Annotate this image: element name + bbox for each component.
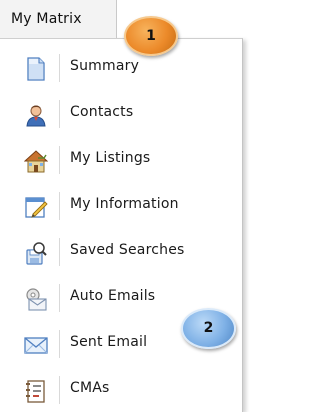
separator bbox=[59, 238, 60, 266]
separator bbox=[59, 376, 60, 404]
callout-badge-1: 1 bbox=[124, 16, 178, 56]
menu-item-label: My Listings bbox=[70, 150, 151, 166]
tab-label: My Matrix bbox=[11, 11, 82, 27]
menu-item-label: My Information bbox=[70, 196, 179, 212]
separator bbox=[59, 54, 60, 82]
envelope-icon bbox=[24, 337, 48, 354]
menu-item-label: Summary bbox=[70, 58, 140, 74]
house-icon bbox=[24, 150, 48, 173]
contact-person-icon bbox=[26, 105, 46, 127]
separator bbox=[59, 330, 60, 358]
menu-item-label: Contacts bbox=[70, 104, 134, 120]
auto-email-icon bbox=[26, 288, 47, 311]
menu-item-summary[interactable]: Summary bbox=[0, 44, 243, 90]
menu-item-saved-searches[interactable]: Saved Searches bbox=[0, 228, 243, 274]
menu-item-my-information[interactable]: My Information bbox=[0, 182, 243, 228]
separator bbox=[59, 192, 60, 220]
separator bbox=[59, 284, 60, 312]
separator bbox=[59, 100, 60, 128]
menu-item-my-listings[interactable]: My Listings bbox=[0, 136, 243, 182]
menu-item-label: CMAs bbox=[70, 380, 110, 396]
menu-item-label: Saved Searches bbox=[70, 242, 185, 258]
menu-item-contacts[interactable]: Contacts bbox=[0, 90, 243, 136]
cma-report-icon bbox=[26, 380, 45, 403]
menu-item-label: Auto Emails bbox=[70, 288, 156, 304]
menu-item-label: Sent Email bbox=[70, 334, 148, 350]
menu-item-cmas[interactable]: CMAs bbox=[0, 366, 243, 412]
my-matrix-tab[interactable]: My Matrix bbox=[0, 0, 117, 38]
separator bbox=[59, 146, 60, 174]
callout-badge-2: 2 bbox=[181, 308, 236, 349]
document-icon bbox=[27, 57, 45, 81]
edit-form-icon bbox=[25, 197, 48, 218]
saved-search-icon bbox=[26, 242, 47, 265]
dropdown-menu: Summary Contacts My Listings My Informat… bbox=[0, 38, 243, 412]
